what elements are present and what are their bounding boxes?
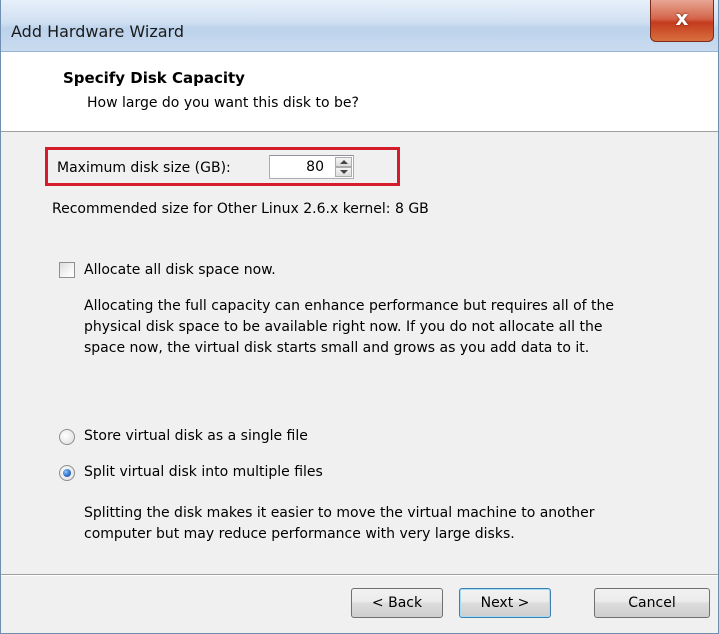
multiple-files-label[interactable]: Split virtual disk into multiple files (84, 462, 323, 483)
disk-size-label: Maximum disk size (GB): (57, 160, 231, 176)
radio-selected-dot (63, 469, 71, 477)
allocate-description: Allocating the full capacity can enhance… (84, 296, 614, 359)
single-file-radio[interactable] (59, 429, 75, 445)
title-bar: Add Hardware Wizard x (1, 0, 718, 52)
split-description: Splitting the disk makes it easier to mo… (84, 503, 594, 545)
split-description-line: computer but may reduce performance with… (84, 526, 515, 542)
page-title: Specify Disk Capacity (63, 69, 245, 87)
stepper-buttons (335, 157, 352, 177)
allocate-description-line: Allocating the full capacity can enhance… (84, 298, 615, 314)
single-file-label[interactable]: Store virtual disk as a single file (84, 426, 308, 447)
next-button[interactable]: Next > (459, 588, 551, 618)
footer-divider (1, 574, 718, 576)
disk-size-stepper[interactable]: 80 (269, 155, 354, 179)
disk-size-value[interactable]: 80 (306, 159, 324, 175)
split-description-line: Splitting the disk makes it easier to mo… (84, 505, 595, 521)
allocate-description-line: space now, the virtual disk starts small… (84, 340, 590, 356)
wizard-header: Specify Disk Capacity How large do you w… (1, 52, 718, 132)
close-icon: x (675, 6, 689, 30)
chevron-down-icon (340, 170, 348, 174)
allocate-all-label[interactable]: Allocate all disk space now. (84, 260, 276, 281)
back-button[interactable]: < Back (351, 588, 443, 618)
add-hardware-wizard-window: Add Hardware Wizard x Specify Disk Capac… (0, 0, 719, 634)
window-title: Add Hardware Wizard (11, 22, 184, 41)
stepper-down-button[interactable] (335, 167, 352, 177)
cancel-button[interactable]: Cancel (594, 588, 710, 618)
allocate-all-checkbox[interactable] (59, 262, 75, 278)
multiple-files-radio[interactable] (59, 465, 75, 481)
stepper-up-button[interactable] (335, 157, 352, 167)
recommended-size-text: Recommended size for Other Linux 2.6.x k… (52, 201, 429, 217)
page-subtitle: How large do you want this disk to be? (87, 95, 359, 111)
close-button[interactable]: x (650, 0, 714, 42)
chevron-up-icon (340, 160, 348, 164)
allocate-description-line: physical disk space to be available righ… (84, 319, 603, 335)
